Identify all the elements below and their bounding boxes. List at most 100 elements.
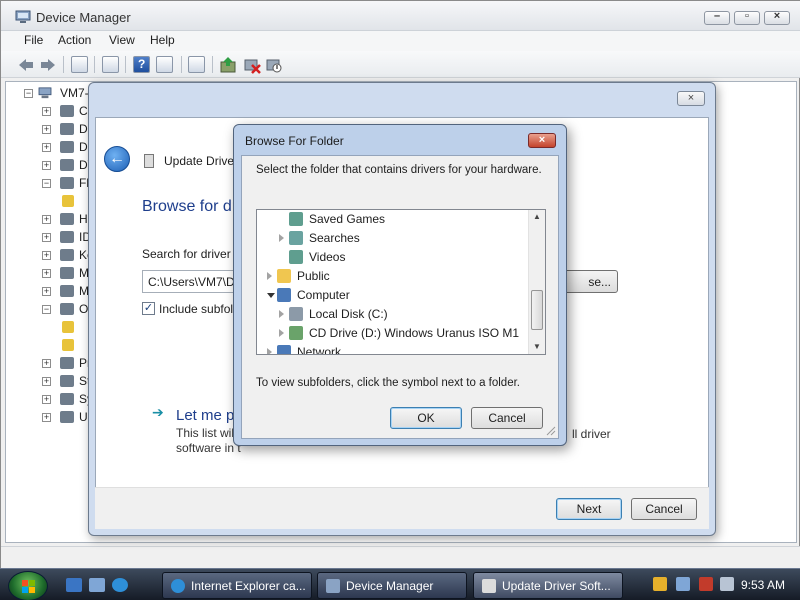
folder-row[interactable]: Network bbox=[257, 344, 529, 354]
arrow-right-icon: ➔ bbox=[152, 404, 164, 420]
browse-button[interactable]: se... bbox=[558, 270, 618, 293]
scan-hardware-icon[interactable] bbox=[188, 56, 205, 73]
start-button[interactable] bbox=[8, 571, 48, 600]
window-title: Device Manager bbox=[36, 10, 131, 25]
folder-row[interactable]: Saved Games bbox=[257, 211, 529, 229]
back-arrow-icon[interactable] bbox=[17, 57, 35, 73]
show-desktop-icon[interactable] bbox=[66, 578, 82, 592]
wizard-page-title: Browse for dri bbox=[142, 198, 241, 215]
expand-icon[interactable]: + bbox=[42, 233, 51, 242]
mouse-icon bbox=[60, 267, 74, 279]
wizard-footer: Next Cancel bbox=[95, 487, 709, 529]
next-button[interactable]: Next bbox=[556, 498, 622, 520]
scroll-thumb[interactable] bbox=[531, 290, 543, 330]
taskbar-update-driver-button[interactable]: Update Driver Soft... bbox=[473, 572, 623, 599]
close-icon: × bbox=[538, 134, 546, 146]
wizard-close-button[interactable]: × bbox=[677, 91, 705, 106]
collapse-icon[interactable]: − bbox=[24, 89, 33, 98]
include-subfolders-checkbox[interactable]: ✓ bbox=[142, 302, 155, 315]
expand-icon[interactable]: + bbox=[42, 287, 51, 296]
wizard-cancel-button[interactable]: Cancel bbox=[631, 498, 697, 520]
include-subfolders-label[interactable]: Include subfold bbox=[159, 302, 240, 316]
keyboard-icon bbox=[60, 249, 74, 261]
update-driver-icon[interactable] bbox=[219, 56, 237, 74]
folder-row[interactable]: Videos bbox=[257, 249, 529, 267]
expand-icon[interactable]: + bbox=[42, 395, 51, 404]
toolbar-separator bbox=[125, 56, 126, 73]
folder-row[interactable]: Searches bbox=[257, 230, 529, 248]
menu-help[interactable]: Help bbox=[150, 33, 175, 47]
collapse-triangle-icon[interactable] bbox=[267, 293, 275, 298]
expand-triangle-icon[interactable] bbox=[279, 234, 284, 242]
system-icon bbox=[60, 393, 74, 405]
expand-icon[interactable]: + bbox=[42, 377, 51, 386]
scroll-up-icon[interactable]: ▲ bbox=[529, 210, 545, 224]
expand-triangle-icon[interactable] bbox=[267, 348, 272, 354]
close-button[interactable]: × bbox=[764, 10, 790, 25]
internet-explorer-icon[interactable] bbox=[112, 578, 128, 592]
toolbar-separator bbox=[181, 56, 182, 73]
windows-update-icon[interactable] bbox=[676, 577, 690, 591]
folder-row[interactable]: Public bbox=[257, 268, 529, 286]
expand-icon[interactable]: + bbox=[42, 215, 51, 224]
expand-triangle-icon[interactable] bbox=[279, 329, 284, 337]
switch-windows-icon[interactable] bbox=[89, 578, 105, 592]
maximize-button[interactable]: ▫ bbox=[734, 10, 760, 25]
folder-tree[interactable]: Saved Games Searches Videos Public Computer L… bbox=[256, 209, 546, 355]
dialog-body: Select the folder that contains drivers … bbox=[241, 155, 559, 439]
expand-triangle-icon[interactable] bbox=[279, 310, 284, 318]
update-driver-icon bbox=[482, 579, 496, 593]
scroll-down-icon[interactable]: ▼ bbox=[529, 340, 545, 354]
menu-action[interactable]: Action bbox=[58, 33, 91, 47]
clock[interactable]: 9:53 AM bbox=[741, 578, 785, 592]
show-hide-console-tree-icon[interactable] bbox=[71, 56, 88, 73]
properties-icon[interactable] bbox=[102, 56, 119, 73]
forward-arrow-icon[interactable] bbox=[39, 57, 57, 73]
help-icon[interactable]: ? bbox=[133, 56, 150, 73]
folder-label: Computer bbox=[297, 288, 350, 302]
close-icon: × bbox=[773, 10, 781, 22]
resize-grip-icon[interactable] bbox=[546, 426, 556, 436]
folder-label: Videos bbox=[309, 250, 346, 264]
menu-view[interactable]: View bbox=[109, 33, 135, 47]
expand-icon[interactable]: + bbox=[42, 359, 51, 368]
dialog-close-button[interactable]: × bbox=[528, 133, 556, 148]
security-shield-icon[interactable] bbox=[653, 577, 667, 591]
expand-icon[interactable]: + bbox=[42, 251, 51, 260]
folder-row[interactable]: Local Disk (C:) bbox=[257, 306, 529, 324]
device-manager-titlebar[interactable]: Device Manager – ▫ × bbox=[1, 1, 800, 31]
windows-logo-icon bbox=[22, 580, 35, 593]
wizard-back-button[interactable]: ← bbox=[104, 146, 130, 172]
expand-triangle-icon[interactable] bbox=[267, 272, 272, 280]
folder-tree-scrollbar[interactable]: ▲ ▼ bbox=[528, 210, 545, 354]
computer-icon bbox=[38, 87, 52, 99]
disable-device-icon[interactable] bbox=[265, 56, 283, 74]
warning-device-icon bbox=[62, 321, 74, 333]
taskbar-device-manager-button[interactable]: Device Manager bbox=[317, 572, 467, 599]
taskbar-button-label: Internet Explorer ca... bbox=[191, 579, 306, 593]
search-location-label: Search for driver so bbox=[142, 247, 247, 261]
network-status-icon[interactable] bbox=[699, 577, 713, 591]
expand-icon[interactable]: + bbox=[42, 143, 51, 152]
dialog-cancel-button[interactable]: Cancel bbox=[471, 407, 543, 429]
expand-icon[interactable]: + bbox=[42, 413, 51, 422]
dialog-instruction: Select the folder that contains drivers … bbox=[256, 164, 542, 176]
volume-icon[interactable] bbox=[720, 577, 734, 591]
menu-file[interactable]: File bbox=[24, 33, 43, 47]
taskbar-ie-button[interactable]: Internet Explorer ca... bbox=[162, 572, 312, 599]
minimize-button[interactable]: – bbox=[704, 10, 730, 25]
status-bar bbox=[1, 546, 800, 568]
collapse-icon[interactable]: − bbox=[42, 179, 51, 188]
uninstall-icon[interactable] bbox=[243, 56, 261, 74]
action-pane-icon[interactable] bbox=[156, 56, 173, 73]
expand-icon[interactable]: + bbox=[42, 125, 51, 134]
folder-label: Searches bbox=[309, 231, 360, 245]
toolbar-separator bbox=[212, 56, 213, 73]
expand-icon[interactable]: + bbox=[42, 161, 51, 170]
expand-icon[interactable]: + bbox=[42, 107, 51, 116]
ok-button[interactable]: OK bbox=[390, 407, 462, 429]
folder-row[interactable]: CD Drive (D:) Windows Uranus ISO M1 bbox=[257, 325, 529, 343]
collapse-icon[interactable]: − bbox=[42, 305, 51, 314]
folder-row[interactable]: Computer bbox=[257, 287, 529, 305]
expand-icon[interactable]: + bbox=[42, 269, 51, 278]
